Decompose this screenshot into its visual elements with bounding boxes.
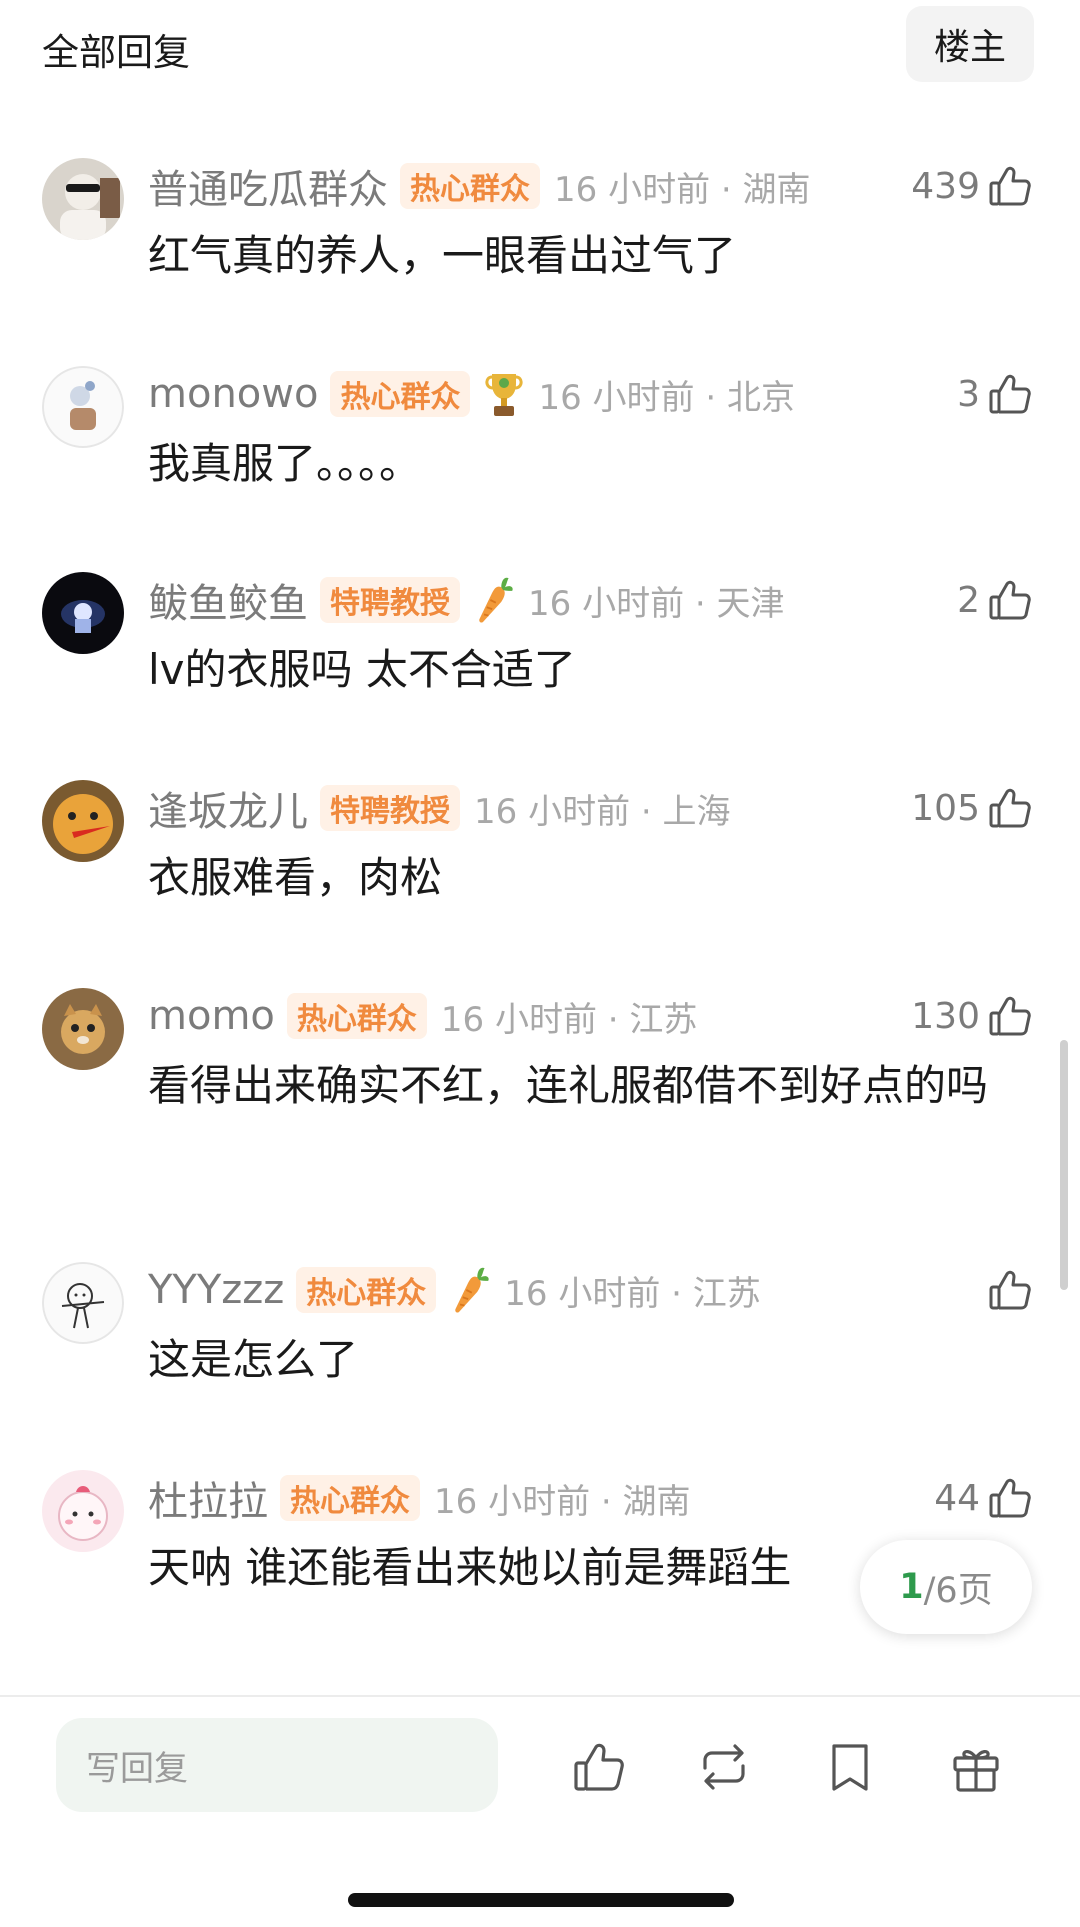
like-icon[interactable] [570,1738,628,1796]
like-count: 2 [957,579,980,621]
page-indicator[interactable]: 1/6页 [860,1540,1032,1634]
comment-meta: 普通吃瓜群众 热心群众 16 小时前 · 湖南 [148,158,811,214]
like-control[interactable] [980,1262,1034,1318]
avatar[interactable] [42,572,124,654]
user-badge: 特聘教授 [320,577,460,623]
username[interactable]: 杜拉拉 [148,1469,268,1527]
carrot-icon [474,574,514,626]
comment-meta: monowo 热心群众 16 小时前 · 北京 [148,366,795,422]
like-control[interactable]: 44 [934,1470,1034,1526]
avatar[interactable] [42,780,124,862]
username[interactable]: monowo [148,371,318,417]
scrollbar[interactable] [1060,1040,1068,1290]
comment-text: 我真服了。。。。 [148,439,422,488]
avatar[interactable] [42,366,124,448]
comment-text: 天呐 谁还能看出来她以前是舞蹈生 [148,1543,792,1592]
username[interactable]: YYYzzz [148,1267,284,1313]
user-badge: 特聘教授 [320,785,460,831]
like-count: 130 [911,995,980,1037]
like-control[interactable]: 2 [957,572,1034,628]
user-badge: 热心群众 [286,993,427,1039]
thumbs-up-icon[interactable] [986,162,1034,210]
thumbs-up-icon[interactable] [986,784,1034,832]
thumbs-up-icon[interactable] [986,370,1034,418]
timestamp-location: 16 小时前 · 江苏 [504,1273,761,1314]
bookmark-icon[interactable] [821,1738,879,1796]
timestamp-location: 16 小时前 · 北京 [538,377,795,418]
comment-text: lv的衣服吗 太不合适了 [148,645,576,694]
avatar[interactable] [42,988,124,1070]
avatar[interactable] [42,1470,124,1552]
timestamp-location: 16 小时前 · 天津 [528,583,785,624]
like-count: 439 [911,165,980,207]
timestamp-location: 16 小时前 · 江苏 [440,999,698,1040]
timestamp-location: 16 小时前 · 上海 [474,791,731,832]
comment-text: 衣服难看，肉松 [148,853,443,902]
user-badge: 热心群众 [400,163,540,209]
user-badge: 热心群众 [330,371,471,417]
page-title: 全部回复 [42,31,190,74]
comment-meta: 逢坂龙儿 特聘教授 16 小时前 · 上海 [148,780,731,836]
home-indicator [348,1893,734,1907]
user-badge: 热心群众 [280,1475,420,1521]
trophy-icon [484,368,524,420]
gift-icon[interactable] [947,1738,1005,1796]
like-count: 105 [911,787,980,829]
repost-icon[interactable] [695,1738,753,1796]
like-count: 44 [934,1477,980,1519]
header: 全部回复 楼主 [0,0,1080,90]
like-control[interactable]: 130 [911,988,1034,1044]
username[interactable]: 普通吃瓜群众 [148,157,388,215]
timestamp-location: 16 小时前 · 湖南 [554,169,811,210]
comment-text: 这是怎么了 [148,1335,359,1384]
like-count: 3 [957,373,980,415]
thumbs-up-icon[interactable] [986,576,1034,624]
username[interactable]: 逢坂龙儿 [148,779,308,837]
thumbs-up-icon[interactable] [986,1474,1034,1522]
like-control[interactable]: 105 [911,780,1034,836]
carrot-icon [450,1264,490,1316]
thumbs-up-icon[interactable] [986,992,1034,1040]
comment-meta: 杜拉拉 热心群众 16 小时前 · 湖南 [148,1470,691,1526]
comment-text: 红气真的养人，一眼看出过气了 [148,231,737,280]
username[interactable]: momo [148,993,275,1039]
op-only-button[interactable]: 楼主 [906,6,1034,82]
like-control[interactable]: 3 [957,366,1034,422]
avatar[interactable] [42,158,124,240]
user-badge: 热心群众 [296,1267,437,1313]
comment-meta: YYYzzz 热心群众 16 小时前 · 江苏 [148,1262,761,1318]
reply-input[interactable]: 写回复 [56,1718,498,1812]
comment-meta: momo 热心群众 16 小时前 · 江苏 [148,988,697,1044]
username[interactable]: 鲅鱼鲛鱼 [148,571,308,629]
avatar[interactable] [42,1262,124,1344]
divider [0,1695,1080,1697]
like-control[interactable]: 439 [911,158,1034,214]
comment-meta: 鲅鱼鲛鱼 特聘教授 16 小时前 · 天津 [148,572,785,628]
total-pages: /6页 [923,1570,993,1611]
current-page: 1 [899,1567,924,1607]
timestamp-location: 16 小时前 · 湖南 [434,1481,691,1522]
thumbs-up-icon[interactable] [986,1266,1034,1314]
comment-text: 看得出来确实不红，连礼服都借不到好点的吗 [148,1061,989,1110]
